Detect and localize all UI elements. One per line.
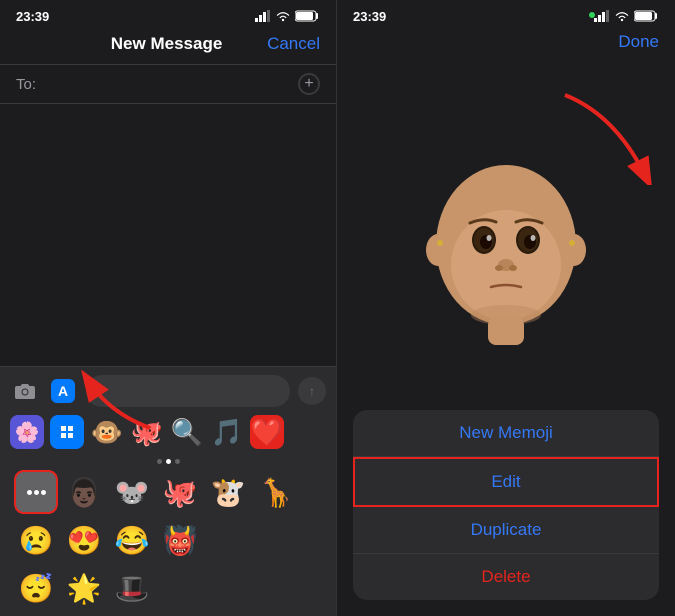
page-dots	[10, 459, 326, 464]
emoji-row-3: 😴 🌟 🎩	[14, 566, 322, 610]
menu-edit[interactable]: Edit	[353, 457, 659, 507]
battery-icon	[295, 10, 320, 22]
appstore-icon: A	[51, 379, 75, 403]
nav-bar-left: New Message Cancel	[0, 28, 336, 64]
to-row: To: +	[0, 64, 336, 104]
green-dot	[589, 12, 595, 18]
signal-icon	[255, 10, 271, 22]
emoji-cool[interactable]: 🎩	[110, 566, 154, 610]
emoji-crying[interactable]: 😢	[14, 518, 58, 562]
status-time-right: 23:39	[353, 9, 386, 24]
sticker-row: 🌸 🐵 🐙 🔍 🎵 ❤️	[10, 415, 326, 453]
bottom-toolbar: A ↑ 🌸 🐵 🐙 🔍 🎵 ❤️	[0, 366, 336, 616]
menu-delete[interactable]: Delete	[353, 554, 659, 600]
sticker-app[interactable]	[50, 415, 84, 449]
done-button[interactable]: Done	[618, 32, 659, 52]
menu-new-memoji[interactable]: New Memoji	[353, 410, 659, 457]
search-bar[interactable]	[86, 375, 290, 407]
status-bar-right: 23:39	[337, 0, 675, 28]
emoji-grid: 👨🏿 🐭 🐙 🐮 🦒 😢 😍 😂 👹 😴 🌟 🎩	[10, 470, 326, 610]
emoji-row-1: 👨🏿 🐭 🐙 🐮 🦒	[14, 470, 322, 514]
nav-title: New Message	[66, 34, 267, 54]
memoji-avatar	[406, 125, 606, 345]
sticker-octopus[interactable]: 🐙	[130, 415, 164, 449]
sticker-monkey[interactable]: 🐵	[90, 415, 124, 449]
wifi-icon	[275, 10, 291, 22]
to-label: To:	[16, 76, 36, 93]
add-recipient-button[interactable]: +	[298, 73, 320, 95]
emoji-man-dark[interactable]: 👨🏿	[62, 470, 106, 514]
emoji-star[interactable]: 🌟	[62, 566, 106, 610]
sticker-heart[interactable]: ❤️	[250, 415, 284, 449]
emoji-heart-eyes[interactable]: 😍	[62, 518, 106, 562]
battery-icon-right	[634, 10, 659, 22]
right-panel: 23:39 Done	[337, 0, 675, 616]
dot-3	[175, 459, 180, 464]
status-bar-left: 23:39	[0, 0, 336, 28]
dot-1	[157, 459, 162, 464]
emoji-cow[interactable]: 🐮	[206, 470, 250, 514]
sticker-flower[interactable]: 🌸	[10, 415, 44, 449]
avatar-area	[337, 60, 675, 410]
cancel-button[interactable]: Cancel	[267, 34, 320, 54]
to-input[interactable]	[44, 76, 290, 93]
done-button-container[interactable]: Done	[337, 28, 675, 60]
message-area[interactable]	[0, 104, 336, 366]
emoji-demon[interactable]: 👹	[158, 518, 202, 562]
emoji-row-2: 😢 😍 😂 👹	[14, 518, 322, 562]
left-panel: 23:39 New	[0, 0, 337, 616]
menu-duplicate[interactable]: Duplicate	[353, 507, 659, 554]
emoji-octopus2[interactable]: 🐙	[158, 470, 202, 514]
status-icons-right	[594, 10, 659, 22]
sticker-music[interactable]: 🎵	[210, 415, 244, 449]
status-time-left: 23:39	[16, 9, 49, 24]
svg-text:A: A	[58, 383, 68, 399]
status-icons-left	[255, 10, 320, 22]
appstore-button[interactable]: A	[48, 376, 78, 406]
emoji-laughing[interactable]: 😂	[110, 518, 154, 562]
signal-icon-right	[594, 10, 610, 22]
camera-button[interactable]	[10, 376, 40, 406]
wifi-icon-right	[614, 10, 630, 22]
app-icon	[57, 422, 77, 442]
toolbar-row1: A ↑	[10, 375, 326, 407]
sticker-search[interactable]: 🔍	[170, 415, 204, 449]
send-button[interactable]: ↑	[298, 377, 326, 405]
context-menu: New Memoji Edit Duplicate Delete	[353, 410, 659, 600]
camera-icon	[14, 382, 36, 400]
emoji-giraffe[interactable]: 🦒	[254, 470, 298, 514]
dot-2	[166, 459, 171, 464]
emoji-mouse[interactable]: 🐭	[110, 470, 154, 514]
more-stickers-button[interactable]	[14, 470, 58, 514]
emoji-sleeping[interactable]: 😴	[14, 566, 58, 610]
